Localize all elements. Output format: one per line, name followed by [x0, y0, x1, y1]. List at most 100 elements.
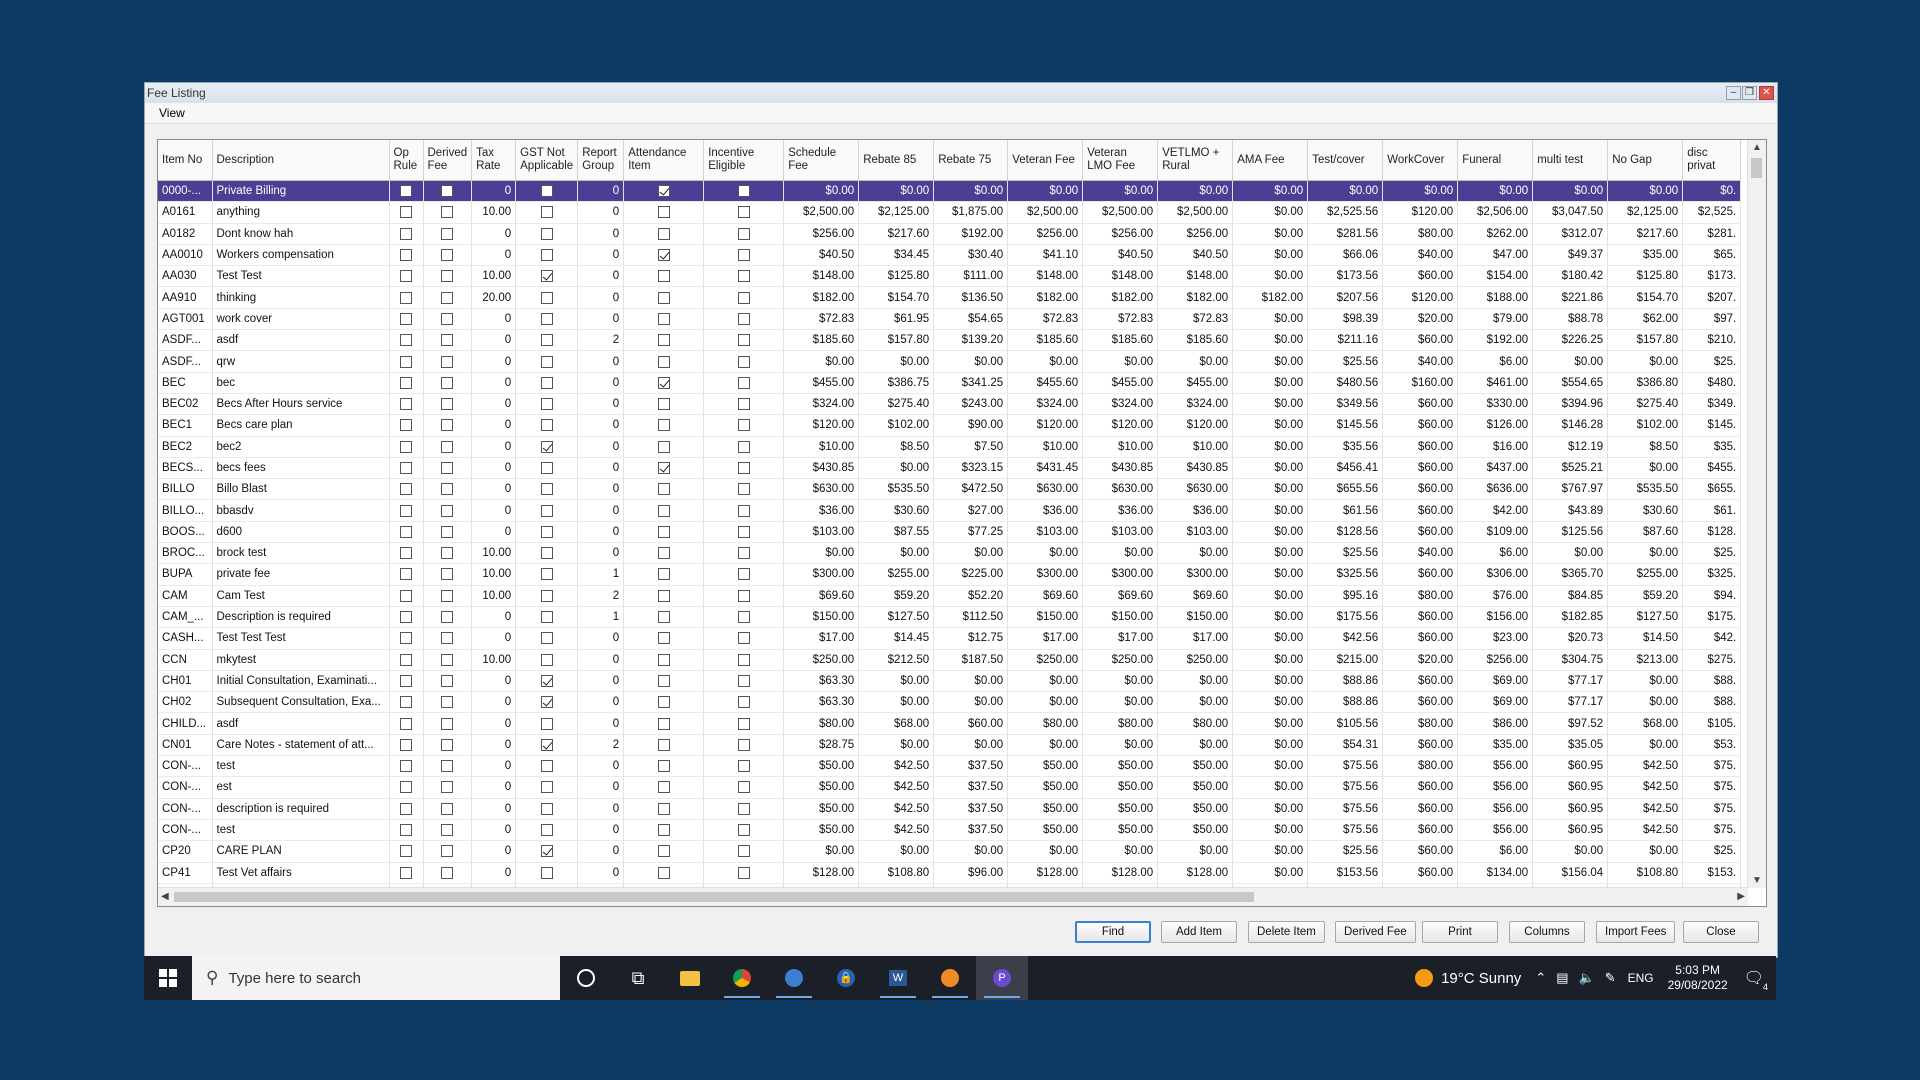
- derived-fee-checkbox[interactable]: [441, 270, 454, 283]
- gst-not-applicable-checkbox[interactable]: [540, 824, 553, 837]
- column-header-vetlmo-rural[interactable]: VETLMO + Rural: [1157, 140, 1234, 181]
- table-row[interactable]: A0161 anything 10.00 0 $2,500.00 $2,125.00 $1,…: [158, 201, 1742, 224]
- incentive-eligible-checkbox[interactable]: [737, 398, 750, 411]
- incentive-eligible-checkbox[interactable]: [737, 611, 750, 624]
- op-rule-checkbox[interactable]: [400, 525, 412, 538]
- incentive-eligible-checkbox[interactable]: [737, 312, 750, 325]
- table-row[interactable]: CAM Cam Test 10.00 2 $69.60 $59.20 $52.20 $69.6…: [158, 585, 1742, 607]
- op-rule-checkbox[interactable]: [400, 589, 412, 602]
- attendance-item-checkbox[interactable]: [657, 824, 670, 837]
- vertical-scrollbar[interactable]: ▲ ▼: [1747, 140, 1766, 888]
- derived-fee-checkbox[interactable]: [441, 717, 454, 730]
- derived-fee-checkbox[interactable]: [441, 760, 454, 773]
- gst-not-applicable-checkbox[interactable]: [540, 376, 553, 389]
- incentive-eligible-checkbox[interactable]: [737, 461, 750, 474]
- table-row[interactable]: CP41 Test Vet affairs 0 0 $128.00 $108.80 $96.…: [158, 862, 1742, 884]
- incentive-eligible-checkbox[interactable]: [737, 568, 750, 581]
- derived-fee-checkbox[interactable]: [441, 525, 454, 538]
- attendance-item-checkbox[interactable]: [657, 270, 670, 283]
- incentive-eligible-checkbox[interactable]: [737, 249, 750, 262]
- chevron-up-icon[interactable]: ⌃: [1535, 970, 1546, 986]
- table-row[interactable]: AGT001 work cover 0 0 $72.83 $61.95 $54.65 $72.…: [158, 308, 1742, 331]
- attendance-item-checkbox[interactable]: [657, 291, 670, 304]
- derived-fee-checkbox[interactable]: [441, 461, 454, 474]
- op-rule-checkbox[interactable]: [400, 419, 412, 432]
- column-header-derived-fee[interactable]: Derived Fee: [423, 140, 473, 181]
- op-rule-checkbox[interactable]: [400, 249, 412, 262]
- gst-not-applicable-checkbox[interactable]: [540, 483, 553, 496]
- column-header-veteran-lmo-fee[interactable]: Veteran LMO Fee: [1082, 140, 1159, 181]
- attendance-item-checkbox[interactable]: [657, 376, 670, 389]
- gst-not-applicable-checkbox[interactable]: [540, 547, 553, 560]
- derived-fee-checkbox[interactable]: [441, 738, 454, 751]
- derived-fee-checkbox[interactable]: [441, 419, 454, 432]
- derived-fee-checkbox[interactable]: [441, 206, 454, 219]
- incentive-eligible-checkbox[interactable]: [737, 227, 750, 240]
- op-rule-checkbox[interactable]: [400, 185, 412, 198]
- gst-not-applicable-checkbox[interactable]: [540, 355, 553, 368]
- table-row[interactable]: CCN mkytest 10.00 0 $250.00 $212.50 $187.50 $25…: [158, 649, 1742, 671]
- table-row[interactable]: CASH... Test Test Test 0 0 $17.00 $14.45 $12.7…: [158, 627, 1742, 650]
- column-header-schedule-fee[interactable]: Schedule Fee: [783, 140, 860, 181]
- gst-not-applicable-checkbox[interactable]: [540, 738, 553, 751]
- op-rule-checkbox[interactable]: [400, 270, 412, 283]
- table-row[interactable]: CON-... est 0 0 $50.00 $42.50 $37.50 $50.00 $50.…: [158, 776, 1742, 799]
- attendance-item-checkbox[interactable]: [657, 845, 670, 858]
- attendance-item-checkbox[interactable]: [657, 334, 670, 347]
- columns-button[interactable]: Columns: [1509, 921, 1585, 943]
- scroll-up-icon[interactable]: ▲: [1752, 142, 1762, 153]
- op-rule-checkbox[interactable]: [400, 227, 412, 240]
- column-header-veteran-fee[interactable]: Veteran Fee: [1007, 140, 1084, 181]
- column-header-rebate-75[interactable]: Rebate 75: [933, 140, 1009, 181]
- cortana-icon[interactable]: [560, 956, 612, 1000]
- incentive-eligible-checkbox[interactable]: [737, 674, 750, 687]
- gst-not-applicable-checkbox[interactable]: [540, 504, 553, 517]
- scroll-left-icon[interactable]: ◀: [161, 891, 169, 902]
- column-header-incentive-eligible[interactable]: Incentive Eligible: [703, 140, 785, 181]
- derived-fee-checkbox[interactable]: [441, 398, 454, 411]
- table-row[interactable]: BROC... brock test 10.00 0 $0.00 $0.00 $0.00 $0…: [158, 542, 1742, 565]
- attendance-item-checkbox[interactable]: [657, 461, 670, 474]
- attendance-item-checkbox[interactable]: [657, 781, 670, 794]
- column-header-description[interactable]: Description: [212, 140, 390, 181]
- table-row[interactable]: AA030 Test Test 10.00 0 $148.00 $125.80 $111.0…: [158, 265, 1742, 288]
- incentive-eligible-checkbox[interactable]: [737, 696, 750, 709]
- column-header-workcover[interactable]: WorkCover: [1382, 140, 1459, 181]
- attendance-item-checkbox[interactable]: [657, 568, 670, 581]
- chrome-icon[interactable]: [716, 956, 768, 1000]
- table-row[interactable]: CAM_... Description is required 0 1 $150.00 $…: [158, 606, 1742, 629]
- attendance-item-checkbox[interactable]: [657, 632, 670, 645]
- incentive-eligible-checkbox[interactable]: [737, 760, 750, 773]
- find-button[interactable]: Find: [1075, 921, 1151, 943]
- op-rule-checkbox[interactable]: [400, 653, 412, 666]
- scroll-right-icon[interactable]: ▶: [1737, 891, 1745, 902]
- language-indicator[interactable]: ENG: [1628, 971, 1654, 985]
- column-header-ama-fee[interactable]: AMA Fee: [1232, 140, 1309, 181]
- incentive-eligible-checkbox[interactable]: [737, 376, 750, 389]
- incentive-eligible-checkbox[interactable]: [737, 440, 750, 453]
- horizontal-scroll-thumb[interactable]: [174, 892, 1254, 902]
- close-window-icon[interactable]: ✕: [1759, 86, 1774, 100]
- app-icon[interactable]: [768, 956, 820, 1000]
- gst-not-applicable-checkbox[interactable]: [540, 866, 553, 879]
- attendance-item-checkbox[interactable]: [657, 696, 670, 709]
- notification-icon[interactable]: 🗨 4: [1744, 968, 1768, 992]
- op-rule-checkbox[interactable]: [400, 461, 412, 474]
- derived-fee-checkbox[interactable]: [441, 802, 454, 815]
- op-rule-checkbox[interactable]: [400, 760, 412, 773]
- gst-not-applicable-checkbox[interactable]: [540, 249, 553, 262]
- gst-not-applicable-checkbox[interactable]: [540, 291, 553, 304]
- incentive-eligible-checkbox[interactable]: [737, 824, 750, 837]
- windows-start-icon[interactable]: [144, 956, 192, 1000]
- derived-fee-checkbox[interactable]: [441, 568, 454, 581]
- incentive-eligible-checkbox[interactable]: [737, 334, 750, 347]
- restore-icon[interactable]: ❐: [1742, 86, 1757, 100]
- column-header-disc-privat[interactable]: disc privat: [1682, 140, 1742, 181]
- op-rule-checkbox[interactable]: [400, 717, 412, 730]
- column-header-test-cover[interactable]: Test/cover: [1307, 140, 1384, 181]
- op-rule-checkbox[interactable]: [400, 440, 412, 453]
- incentive-eligible-checkbox[interactable]: [737, 525, 750, 538]
- incentive-eligible-checkbox[interactable]: [737, 632, 750, 645]
- table-row[interactable]: CH01 Initial Consultation, Examinati... 0 0…: [158, 670, 1742, 693]
- derived-fee-checkbox[interactable]: [441, 589, 454, 602]
